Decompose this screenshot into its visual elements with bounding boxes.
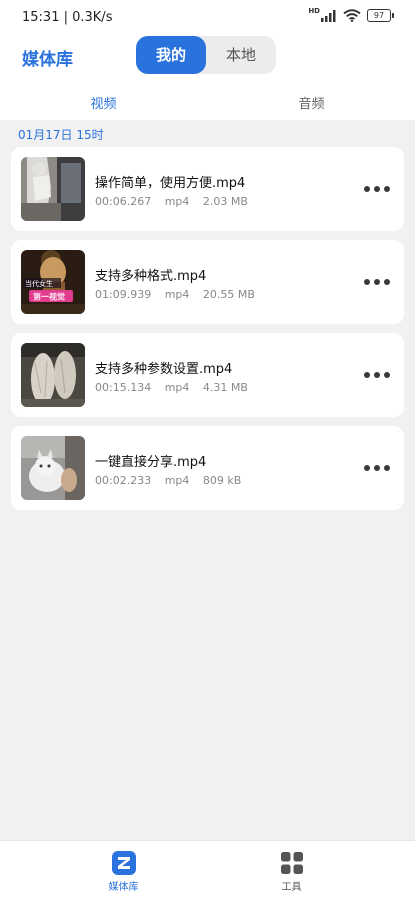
top-area: 15:31 | 0.3K/s HD 97 媒体库 我的 本地 视频 音频: [0, 0, 415, 120]
file-meta: 01:09.939 mp4 20.55 MB: [95, 288, 265, 301]
file-duration: 00:06.267: [95, 195, 152, 208]
file-size: 809 kB: [202, 474, 242, 487]
more-options-icon[interactable]: [364, 177, 390, 201]
nav-label: 工具: [281, 882, 302, 893]
status-time: 15:31 | 0.3K/s: [22, 10, 113, 25]
more-options-icon[interactable]: [364, 270, 390, 294]
wifi-icon: [343, 9, 361, 22]
file-duration: 00:02.233: [95, 474, 152, 487]
segment-mine[interactable]: 我的: [136, 36, 206, 74]
file-format: mp4: [164, 381, 190, 394]
file-duration: 00:15.134: [95, 381, 152, 394]
segmented-control: 我的 本地: [136, 36, 276, 74]
file-name: 支持多种格式.mp4: [95, 269, 207, 284]
grid-icon: [280, 852, 303, 874]
video-thumbnail: [21, 157, 85, 221]
file-size: 20.55 MB: [202, 288, 255, 301]
file-format: mp4: [164, 288, 190, 301]
thumb-caption-1: 当代女生: [25, 279, 53, 288]
status-bar: 15:31 | 0.3K/s HD 97: [0, 0, 415, 34]
segment-local[interactable]: 本地: [206, 36, 276, 74]
signal-icon: [321, 9, 336, 22]
nav-tools[interactable]: 工具: [188, 847, 395, 897]
file-name: 支持多种参数设置.mp4: [95, 362, 233, 377]
video-thumbnail: 当代女生 第一视觉: [21, 250, 85, 314]
file-meta: 00:02.233 mp4 809 kB: [95, 474, 251, 487]
z-logo-icon: [111, 851, 136, 875]
hd-indicator: HD: [308, 6, 320, 15]
file-duration: 01:09.939: [95, 288, 152, 301]
file-name: 一键直接分享.mp4: [95, 455, 207, 470]
list-item[interactable]: 一键直接分享.mp4 00:02.233 mp4 809 kB: [11, 426, 404, 510]
date-group-header: 01月17日 15时: [18, 128, 104, 142]
battery-icon: 97: [367, 9, 394, 22]
status-icons: HD 97: [308, 6, 394, 22]
file-format: mp4: [164, 195, 190, 208]
thumb-caption-2: 第一视觉: [33, 292, 65, 302]
more-options-icon[interactable]: [364, 456, 390, 480]
video-thumbnail: [21, 436, 85, 500]
file-size: 2.03 MB: [202, 195, 248, 208]
tab-video[interactable]: 视频: [0, 93, 207, 112]
bottom-navigation: 媒体库 工具: [0, 840, 415, 901]
file-meta: 00:06.267 mp4 2.03 MB: [95, 195, 258, 208]
list-item[interactable]: 支持多种参数设置.mp4 00:15.134 mp4 4.31 MB: [11, 333, 404, 417]
file-format: mp4: [164, 474, 190, 487]
tab-audio[interactable]: 音频: [208, 93, 415, 112]
page-title: 媒体库: [22, 50, 73, 70]
video-thumbnail: [21, 343, 85, 407]
media-tabs: 视频 音频: [0, 88, 415, 116]
list-item[interactable]: 操作简单，使用方便.mp4 00:06.267 mp4 2.03 MB: [11, 147, 404, 231]
file-size: 4.31 MB: [202, 381, 248, 394]
file-name: 操作简单，使用方便.mp4: [95, 176, 246, 191]
more-options-icon[interactable]: [364, 363, 390, 387]
list-item[interactable]: 当代女生 第一视觉 支持多种格式.mp4 01:09.939 mp4 20.55…: [11, 240, 404, 324]
file-meta: 00:15.134 mp4 4.31 MB: [95, 381, 258, 394]
